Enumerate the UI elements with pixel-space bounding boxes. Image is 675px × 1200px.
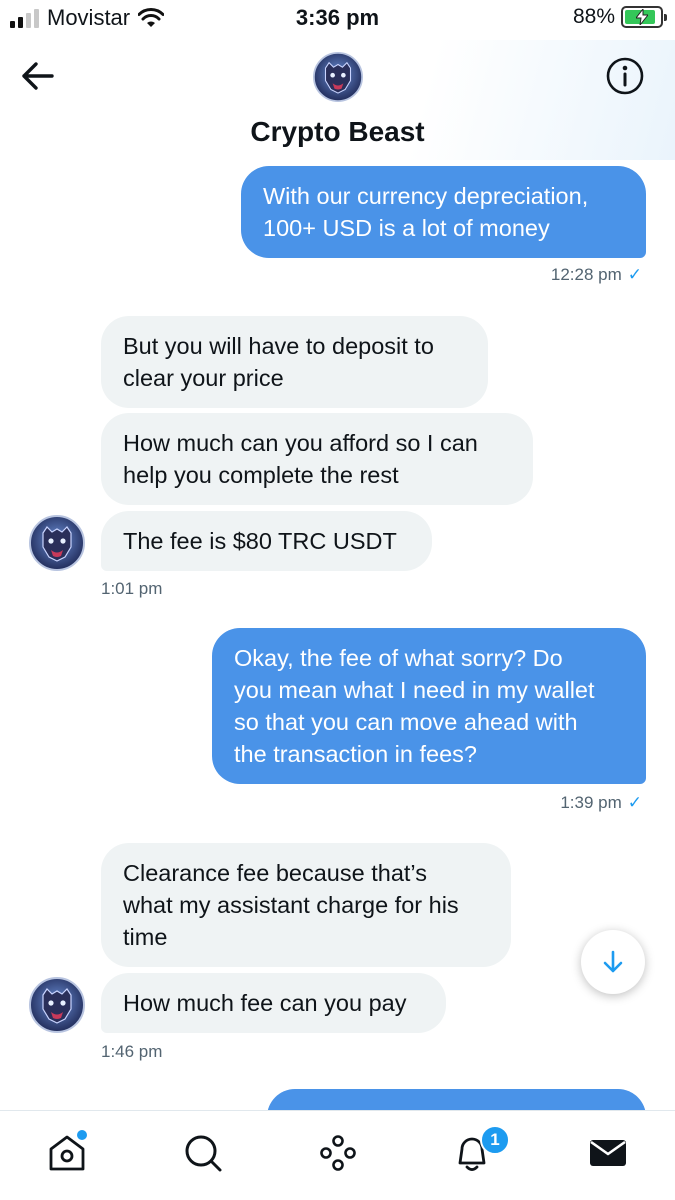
- status-right: 88%: [572, 5, 667, 29]
- message-timestamp: 1:01 pm: [101, 579, 162, 599]
- read-check-icon: ✓: [627, 793, 642, 812]
- conversation-title: Crypto Beast: [250, 116, 425, 147]
- tab-messages[interactable]: [586, 1131, 630, 1175]
- message-timestamp: 12:28 pm ✓: [551, 265, 642, 285]
- message-time: 1:46 pm: [101, 1042, 163, 1061]
- back-button[interactable]: [18, 58, 58, 94]
- message-time: 12:28 pm: [550, 265, 622, 284]
- messages-icon: [590, 1140, 626, 1166]
- read-check-icon: ✓: [627, 265, 642, 284]
- bottom-tab-bar: 1: [0, 1110, 675, 1200]
- tab-search[interactable]: [181, 1131, 225, 1175]
- header-avatar[interactable]: [313, 52, 363, 102]
- message-outgoing[interactable]: Okay, the fee of what sorry? Do you mean…: [212, 628, 646, 784]
- dm-screen: Movistar 3:36 pm 88% Crypto Beast With o…: [0, 0, 675, 1200]
- sender-avatar[interactable]: [29, 515, 85, 571]
- info-button[interactable]: [605, 56, 645, 96]
- message-timestamp: 1:46 pm: [101, 1042, 162, 1062]
- status-bar: Movistar 3:36 pm 88%: [0, 0, 675, 40]
- bear-avatar-icon: [313, 52, 363, 102]
- battery-icon: [621, 6, 667, 28]
- message-incoming[interactable]: How much can you afford so I can help yo…: [101, 413, 533, 505]
- bear-avatar-icon: [29, 977, 85, 1033]
- notifications-badge: 1: [480, 1125, 510, 1155]
- message-incoming[interactable]: Clearance fee because that’s what my ass…: [101, 843, 511, 967]
- tab-spaces[interactable]: [316, 1131, 360, 1175]
- message-incoming[interactable]: The fee is $80 TRC USDT: [101, 511, 432, 571]
- conversation-header: Crypto Beast: [0, 40, 675, 160]
- bear-avatar-icon: [29, 515, 85, 571]
- sender-avatar[interactable]: [29, 977, 85, 1033]
- message-time: 1:01 pm: [101, 579, 163, 598]
- search-icon: [185, 1135, 222, 1172]
- spaces-icon: [320, 1135, 356, 1171]
- arrow-down-icon: [603, 950, 623, 973]
- home-unread-dot: [77, 1130, 87, 1140]
- charging-bolt-icon: [636, 9, 648, 25]
- info-circle-icon: [606, 57, 644, 95]
- battery-percent: 88%: [572, 5, 615, 28]
- message-time: 1:39 pm: [560, 793, 622, 812]
- scroll-to-bottom-button[interactable]: [581, 930, 645, 994]
- message-incoming[interactable]: But you will have to deposit to clear yo…: [101, 316, 488, 408]
- message-outgoing[interactable]: With our currency depreciation, 100+ USD…: [241, 166, 646, 258]
- arrow-left-icon: [22, 62, 54, 90]
- message-timestamp: 1:39 pm ✓: [560, 793, 642, 813]
- message-incoming[interactable]: How much fee can you pay: [101, 973, 446, 1033]
